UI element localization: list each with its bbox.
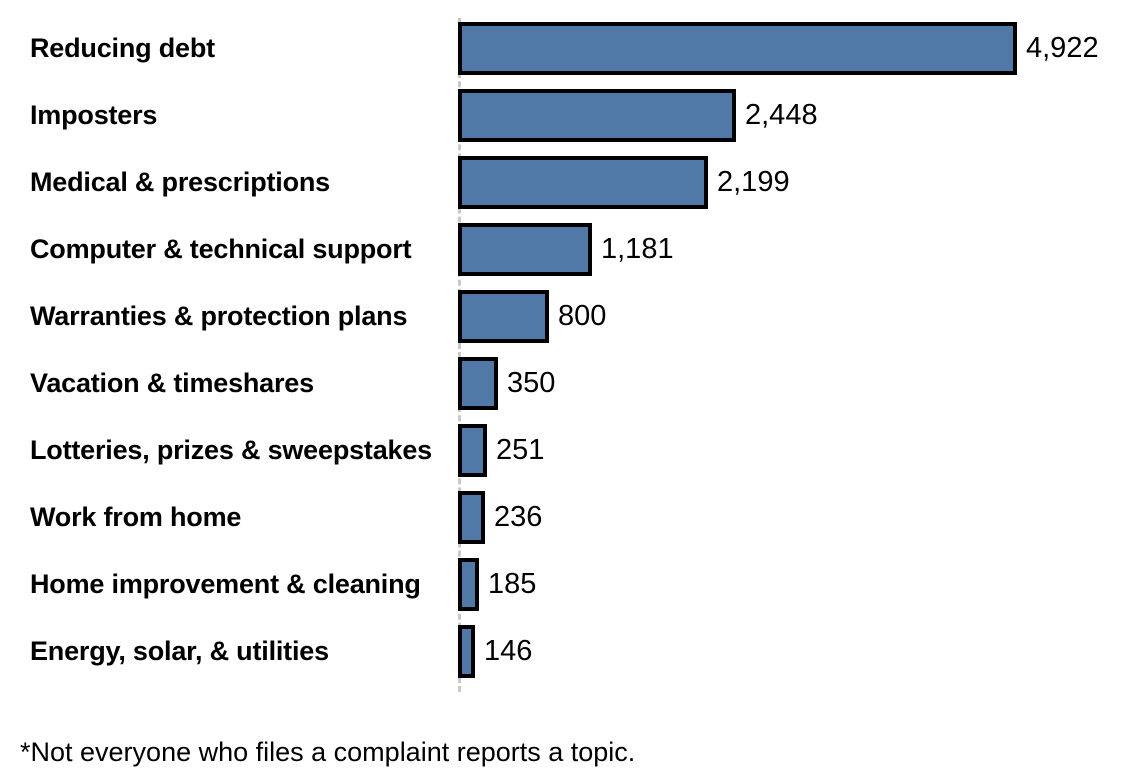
bar-row: Warranties & protection plans 800 <box>0 283 1131 350</box>
bar-value-label: 800 <box>558 300 607 332</box>
horizontal-bar-chart: Reducing debt 4,922 Imposters 2,448 Medical … <box>0 0 1131 784</box>
bar-row: Energy, solar, & utilities 146 <box>0 618 1131 685</box>
bar-row: Work from home 236 <box>0 484 1131 551</box>
bar-track: 4,922 <box>458 22 1099 75</box>
bar-value-label: 251 <box>496 434 545 466</box>
bar-row: Medical & prescriptions 2,199 <box>0 149 1131 216</box>
category-label: Imposters <box>30 100 158 130</box>
category-label: Work from home <box>30 502 242 532</box>
category-label: Warranties & protection plans <box>30 301 408 331</box>
category-label: Home improvement & cleaning <box>30 569 421 599</box>
bar-track: 2,448 <box>458 89 818 142</box>
bar-value-label: 2,199 <box>717 166 790 198</box>
bar-row: Computer & technical support 1,181 <box>0 216 1131 283</box>
bar-row: Imposters 2,448 <box>0 82 1131 149</box>
bar-track: 350 <box>458 357 555 410</box>
bar-track: 146 <box>458 625 532 678</box>
category-label: Computer & technical support <box>30 234 412 264</box>
bar-value-label: 2,448 <box>745 99 818 131</box>
category-label: Reducing debt <box>30 33 215 63</box>
bar <box>458 558 479 611</box>
bar <box>458 89 736 142</box>
bar <box>458 22 1017 75</box>
bar-row: Vacation & timeshares 350 <box>0 350 1131 417</box>
category-label: Energy, solar, & utilities <box>30 636 329 666</box>
bar <box>458 357 498 410</box>
bar-track: 236 <box>458 491 542 544</box>
category-label: Medical & prescriptions <box>30 167 330 197</box>
category-label: Vacation & timeshares <box>30 368 314 398</box>
bar-track: 185 <box>458 558 536 611</box>
bar-value-label: 146 <box>484 635 533 667</box>
bar-value-label: 236 <box>494 501 543 533</box>
bar-row: Reducing debt 4,922 <box>0 15 1131 82</box>
bar-value-label: 1,181 <box>601 233 674 265</box>
bar <box>458 223 592 276</box>
bar-track: 1,181 <box>458 223 674 276</box>
bar-row: Home improvement & cleaning 185 <box>0 551 1131 618</box>
bar-value-label: 350 <box>507 367 556 399</box>
bar <box>458 491 485 544</box>
chart-footnote: *Not everyone who files a complaint repo… <box>20 737 636 767</box>
bar <box>458 290 549 343</box>
bar <box>458 156 708 209</box>
bar-track: 800 <box>458 290 606 343</box>
plot-area: Reducing debt 4,922 Imposters 2,448 Medical … <box>0 0 1131 700</box>
category-label: Lotteries, prizes & sweepstakes <box>30 435 432 465</box>
bar-track: 251 <box>458 424 544 477</box>
bar-value-label: 4,922 <box>1026 32 1099 64</box>
bar <box>458 424 487 477</box>
bar <box>458 625 475 678</box>
bar-value-label: 185 <box>488 568 537 600</box>
bar-row: Lotteries, prizes & sweepstakes 251 <box>0 417 1131 484</box>
bar-track: 2,199 <box>458 156 790 209</box>
